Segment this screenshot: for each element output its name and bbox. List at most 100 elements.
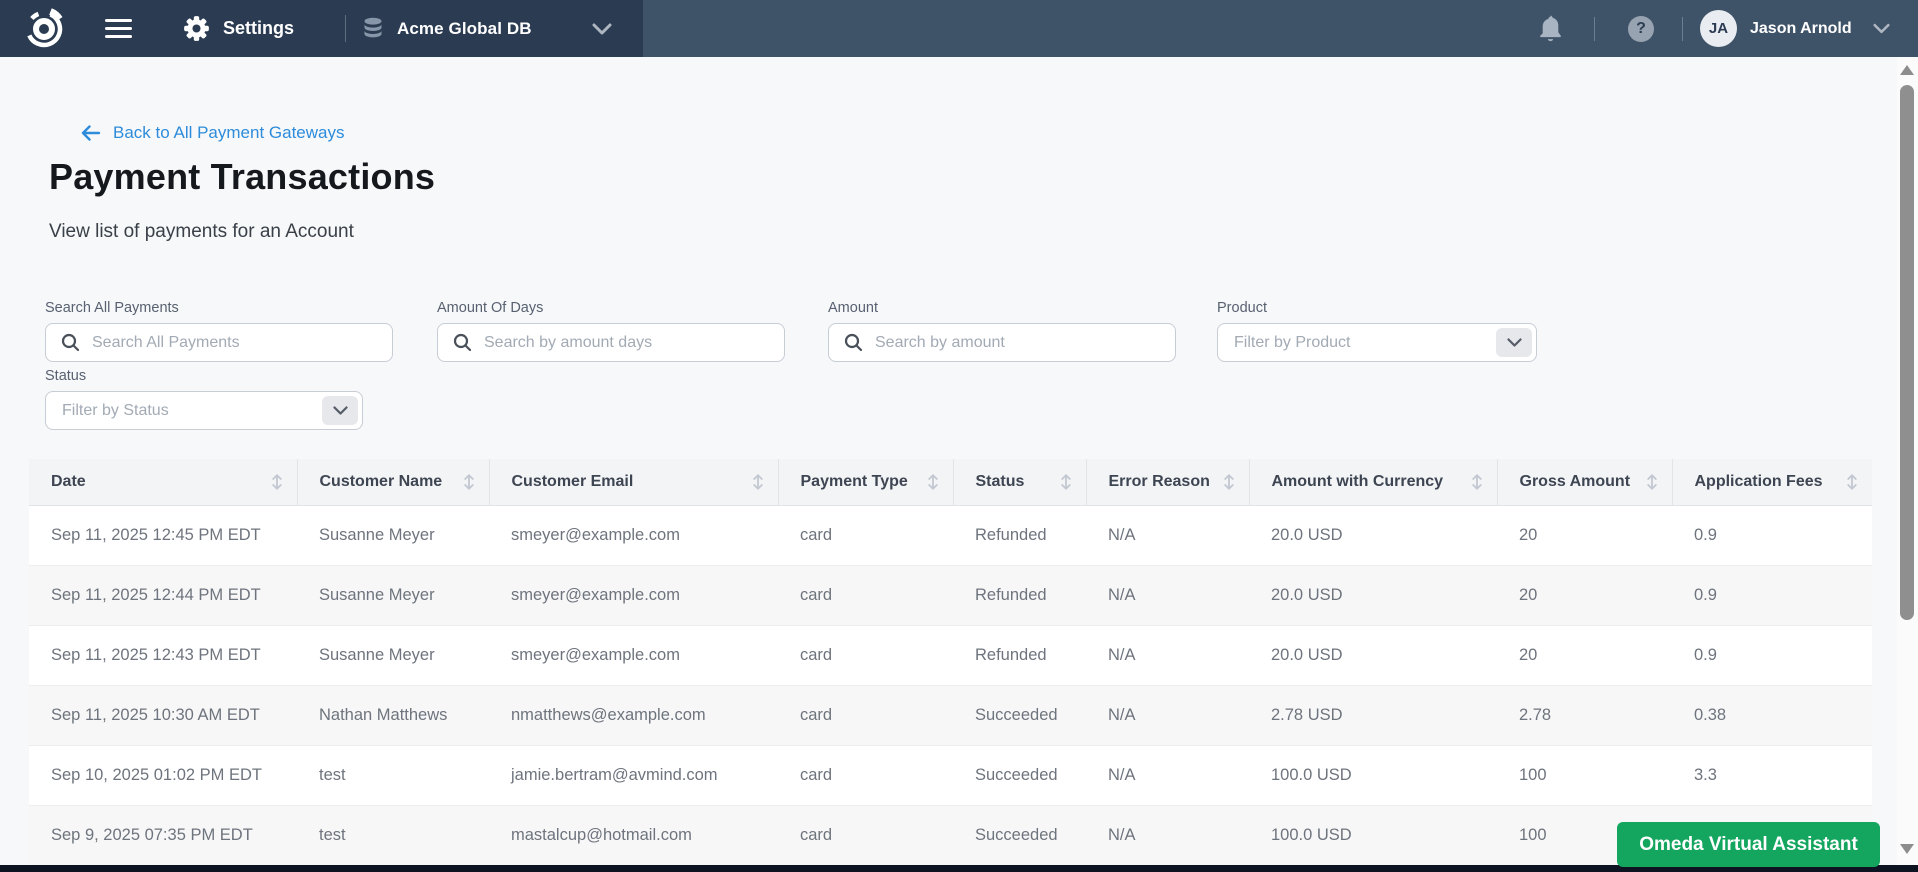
table-cell: card <box>778 805 953 865</box>
help-button[interactable]: ? <box>1628 0 1654 57</box>
table-cell: Susanne Meyer <box>297 505 489 565</box>
table-cell: N/A <box>1086 565 1249 625</box>
scrollbar-up-arrow-icon[interactable] <box>1900 65 1914 75</box>
status-select-chevron-button[interactable] <box>322 396 358 425</box>
table-cell: Sep 10, 2025 01:02 PM EDT <box>29 745 297 805</box>
table-row[interactable]: Sep 10, 2025 01:02 PM EDTtestjamie.bertr… <box>29 745 1872 805</box>
settings-label: Settings <box>223 18 294 39</box>
table-cell: Succeeded <box>953 805 1086 865</box>
column-header-date[interactable]: Date <box>29 459 297 505</box>
amount-of-days-input[interactable] <box>437 323 785 362</box>
database-selector[interactable]: Acme Global DB <box>362 0 620 57</box>
user-initials: JA <box>1709 20 1728 37</box>
navbar-divider <box>1594 17 1595 41</box>
scrollbar-down-arrow-icon[interactable] <box>1900 844 1914 854</box>
column-header-label: Payment Type <box>801 473 908 491</box>
payment-transactions-table: Date Customer Name Customer Email Payment T… <box>29 459 1872 865</box>
hamburger-icon <box>105 14 132 43</box>
table-cell: 20.0 USD <box>1249 505 1497 565</box>
table-cell: Susanne Meyer <box>297 625 489 685</box>
table-body: Sep 11, 2025 12:45 PM EDTSusanne Meyersm… <box>29 505 1872 865</box>
search-all-payments-input[interactable] <box>45 323 393 362</box>
column-header-customer-name[interactable]: Customer Name <box>297 459 489 505</box>
virtual-assistant-button[interactable]: Omeda Virtual Assistant <box>1617 822 1880 867</box>
column-header-label: Application Fees <box>1695 473 1823 491</box>
table-row[interactable]: Sep 11, 2025 12:44 PM EDTSusanne Meyersm… <box>29 565 1872 625</box>
table-cell: test <box>297 745 489 805</box>
settings-nav-item[interactable]: Settings <box>183 0 294 57</box>
column-header-label: Status <box>976 473 1025 491</box>
main-content: Back to All Payment Gateways Payment Tra… <box>0 57 1897 865</box>
table-cell: Susanne Meyer <box>297 565 489 625</box>
help-icon: ? <box>1628 16 1654 42</box>
filter-amount: Amount <box>828 300 1176 362</box>
product-select-chevron-button[interactable] <box>1496 328 1532 357</box>
table-cell: card <box>778 745 953 805</box>
column-header-application-fees[interactable]: Application Fees <box>1672 459 1872 505</box>
column-header-customer-email[interactable]: Customer Email <box>489 459 778 505</box>
table-cell: Refunded <box>953 505 1086 565</box>
column-header-label: Gross Amount <box>1520 473 1631 491</box>
product-select-placeholder: Filter by Product <box>1218 334 1350 352</box>
sort-icon[interactable] <box>1646 473 1658 491</box>
product-select[interactable]: Filter by Product <box>1217 323 1537 362</box>
table-cell: 20.0 USD <box>1249 625 1497 685</box>
sort-icon[interactable] <box>1223 473 1235 491</box>
table-cell: 20 <box>1497 565 1672 625</box>
table-cell: 3.3 <box>1672 745 1872 805</box>
search-icon <box>844 333 863 352</box>
column-header-label: Date <box>51 473 86 491</box>
sort-icon[interactable] <box>1846 473 1858 491</box>
sort-icon[interactable] <box>463 473 475 491</box>
table-cell: Sep 11, 2025 10:30 AM EDT <box>29 685 297 745</box>
scrollbar-thumb[interactable] <box>1900 85 1914 620</box>
table-cell: Sep 11, 2025 12:44 PM EDT <box>29 565 297 625</box>
navbar-divider <box>345 15 346 42</box>
column-header-amount-with-currency[interactable]: Amount with Currency <box>1249 459 1497 505</box>
table-cell: card <box>778 505 953 565</box>
column-header-label: Amount with Currency <box>1272 473 1444 491</box>
table-cell: N/A <box>1086 625 1249 685</box>
column-header-status[interactable]: Status <box>953 459 1086 505</box>
user-menu[interactable]: JA Jason Arnold <box>1700 0 1890 57</box>
notifications-button[interactable] <box>1537 0 1564 57</box>
table-row[interactable]: Sep 9, 2025 07:35 PM EDTtestmastalcup@ho… <box>29 805 1872 865</box>
table-cell: 0.38 <box>1672 685 1872 745</box>
sort-icon[interactable] <box>1471 473 1483 491</box>
database-selector-chevron[interactable] <box>592 0 612 57</box>
table-row[interactable]: Sep 11, 2025 12:45 PM EDTSusanne Meyersm… <box>29 505 1872 565</box>
table-cell: Sep 11, 2025 12:43 PM EDT <box>29 625 297 685</box>
table-cell: 20 <box>1497 625 1672 685</box>
column-header-gross-amount[interactable]: Gross Amount <box>1497 459 1672 505</box>
back-link[interactable]: Back to All Payment Gateways <box>80 123 345 143</box>
status-select-placeholder: Filter by Status <box>46 402 169 420</box>
table-cell: N/A <box>1086 685 1249 745</box>
sort-icon[interactable] <box>752 473 764 491</box>
table-cell: N/A <box>1086 505 1249 565</box>
status-select[interactable]: Filter by Status <box>45 391 363 430</box>
table-cell: Succeeded <box>953 745 1086 805</box>
table-cell: smeyer@example.com <box>489 565 778 625</box>
table-cell: Nathan Matthews <box>297 685 489 745</box>
page-title: Payment Transactions <box>49 156 435 198</box>
table-cell: smeyer@example.com <box>489 505 778 565</box>
chevron-down-icon <box>592 23 612 35</box>
sort-icon[interactable] <box>927 473 939 491</box>
table-cell: Sep 11, 2025 12:45 PM EDT <box>29 505 297 565</box>
gear-icon <box>183 15 210 42</box>
sort-icon[interactable] <box>271 473 283 491</box>
column-header-label: Customer Email <box>512 473 634 491</box>
vertical-scrollbar[interactable] <box>1897 57 1918 872</box>
amount-input[interactable] <box>828 323 1176 362</box>
sort-icon[interactable] <box>1060 473 1072 491</box>
hamburger-menu-button[interactable] <box>105 0 132 57</box>
table-cell: 0.9 <box>1672 505 1872 565</box>
column-header-error-reason[interactable]: Error Reason <box>1086 459 1249 505</box>
table-cell: card <box>778 565 953 625</box>
table-row[interactable]: Sep 11, 2025 10:30 AM EDTNathan Matthews… <box>29 685 1872 745</box>
table-row[interactable]: Sep 11, 2025 12:43 PM EDTSusanne Meyersm… <box>29 625 1872 685</box>
column-header-payment-type[interactable]: Payment Type <box>778 459 953 505</box>
back-arrow-icon <box>80 124 101 142</box>
app-logo[interactable] <box>23 0 65 57</box>
table-cell: card <box>778 625 953 685</box>
